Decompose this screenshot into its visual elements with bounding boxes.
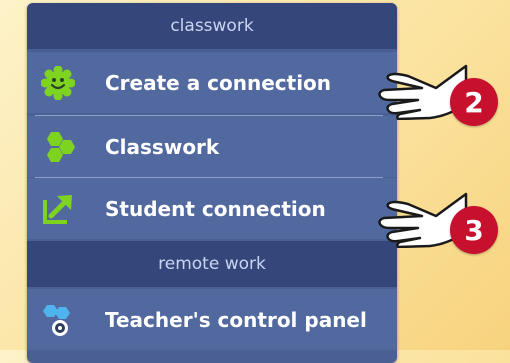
smiley-gear-icon: [41, 66, 75, 100]
menu-item-classwork[interactable]: Classwork: [27, 116, 397, 177]
callout-badge: 3: [450, 206, 498, 254]
control-panel-icon: [43, 305, 70, 336]
menu-item-label: Teacher's control panel: [105, 307, 367, 332]
menu-item-label: Student connection: [105, 196, 326, 221]
section-header-label: remote work: [158, 254, 266, 274]
section-header-label: classwork: [170, 16, 254, 36]
arrow-box-icon: [43, 195, 72, 224]
section-header-classwork: classwork: [27, 3, 397, 49]
menu-item-create-connection[interactable]: Create a connection: [27, 52, 397, 113]
menu-item-label: Classwork: [105, 134, 220, 159]
menu-item-teacher-control-panel[interactable]: Teacher's control panel: [27, 289, 397, 350]
menu-item-label: Create a connection: [105, 70, 332, 95]
menu-item-student-connection[interactable]: Student connection: [27, 178, 397, 239]
callout-badge: 2: [450, 78, 498, 126]
section-header-remote-work: remote work: [27, 241, 397, 287]
hexagon-cluster-icon: [47, 132, 75, 162]
side-menu-panel: classwork Create a connection Classwork …: [27, 3, 397, 363]
